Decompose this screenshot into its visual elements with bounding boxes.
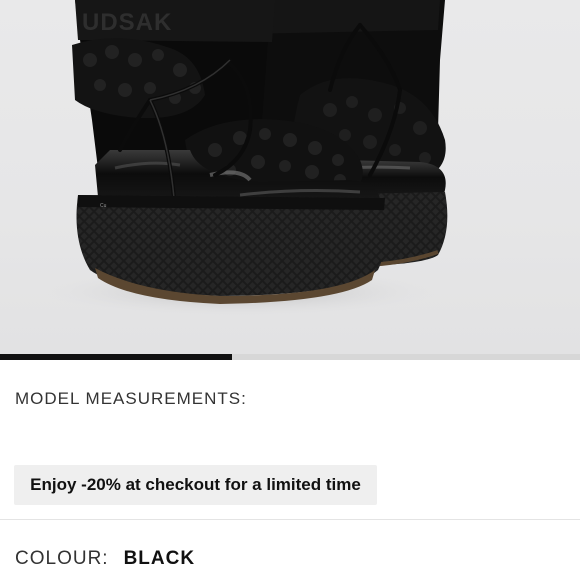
brand-mark: UDSAK <box>82 9 172 36</box>
colour-value: BLACK <box>123 548 196 569</box>
promo-banner: Enjoy -20% at checkout for a limited tim… <box>14 465 377 505</box>
colour-selector[interactable]: COLOUR: BLACK <box>15 548 195 570</box>
colour-label: COLOUR: <box>15 548 109 569</box>
section-divider <box>0 519 580 520</box>
svg-text:Cu: Cu <box>100 203 107 209</box>
model-measurements-label: MODEL MEASUREMENTS: <box>15 389 247 408</box>
product-boots-image: UDSAK Cu <box>30 0 450 318</box>
gallery-progress-bar <box>0 354 580 360</box>
promo-text: Enjoy -20% at checkout for a limited tim… <box>30 475 361 494</box>
gallery-progress-fill <box>0 354 232 360</box>
product-image-gallery[interactable]: UDSAK Cu <box>0 0 580 354</box>
